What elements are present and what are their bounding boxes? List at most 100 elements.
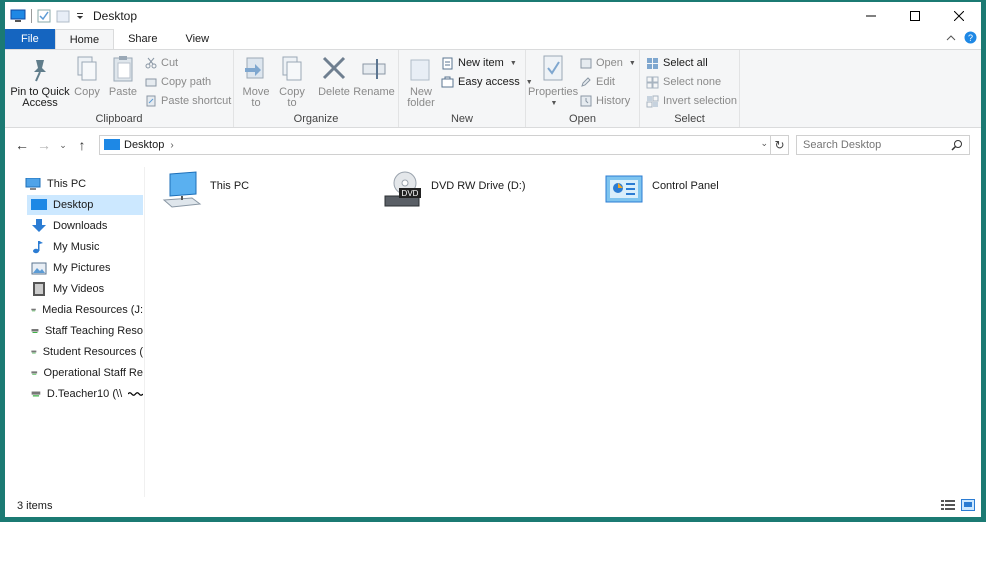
maximize-button[interactable] (893, 2, 937, 29)
nav-item-operational-staff-resources[interactable]: Operational Staff Re (31, 363, 143, 383)
select-all-button[interactable]: Select all (646, 54, 708, 72)
new-folder-button[interactable]: New folder (403, 54, 439, 109)
nav-item-this-pc[interactable]: This PC (25, 174, 86, 194)
nav-item-my-pictures[interactable]: My Pictures (31, 258, 110, 278)
properties-label: Properties (527, 86, 579, 98)
details-view-icon[interactable] (941, 499, 955, 511)
new-folder-small-icon[interactable] (56, 9, 70, 23)
breadcrumb-chevron-icon[interactable]: › (170, 140, 173, 151)
large-icons-view-icon[interactable] (961, 499, 975, 511)
item-control-panel[interactable]: Control Panel (604, 170, 719, 210)
nav-item-label: My Pictures (53, 262, 111, 274)
rename-label: Rename (353, 86, 395, 98)
copy-to-button[interactable]: Copy to (276, 54, 308, 109)
nav-item-student-resources[interactable]: Student Resources ( (31, 342, 143, 362)
new-group-label: New (450, 113, 473, 125)
nav-item-my-music[interactable]: My Music (31, 237, 99, 257)
delete-button[interactable]: Delete (316, 54, 352, 98)
back-button[interactable]: ← (11, 137, 33, 153)
copy-to-line2: to (287, 97, 297, 109)
new-item-button[interactable]: New item ▼ (441, 54, 517, 72)
rename-button[interactable]: Rename (353, 54, 395, 98)
scissors-icon (145, 57, 157, 69)
rename-icon (362, 59, 386, 79)
search-input[interactable] (803, 139, 943, 151)
back-arrow-icon: ← (15, 137, 29, 153)
nav-item-label: My Videos (53, 283, 105, 295)
nav-item-my-videos[interactable]: My Videos (31, 279, 104, 299)
open-button[interactable]: Open ▼ (580, 54, 636, 72)
history-button[interactable]: History (580, 92, 630, 110)
nav-item-media-resources[interactable]: Media Resources (J: (31, 300, 143, 320)
move-to-button[interactable]: Move to (240, 54, 272, 109)
svg-text:?: ? (968, 33, 973, 43)
nav-item-d-teacher10[interactable]: D.Teacher10 (\\ (31, 384, 143, 404)
pin-quick-access-button[interactable]: Pin to Quick Access (9, 54, 71, 109)
search-box[interactable] (796, 135, 970, 155)
refresh-button[interactable]: ↻ (771, 135, 789, 155)
close-button[interactable] (937, 2, 981, 29)
easy-access-button[interactable]: Easy access ▼ (441, 73, 533, 91)
tab-file[interactable]: File (5, 29, 55, 49)
invert-selection-label: Invert selection (663, 95, 737, 107)
properties-check-icon[interactable] (37, 9, 51, 23)
collapse-ribbon-icon[interactable] (946, 33, 956, 43)
up-button[interactable]: ↑ (71, 137, 93, 153)
network-drive-icon (31, 329, 39, 333)
open-dropdown-icon: ▼ (628, 59, 636, 67)
copy-icon (77, 56, 97, 81)
paste-shortcut-button[interactable]: Paste shortcut (145, 92, 231, 110)
select-all-label: Select all (663, 57, 708, 69)
view-toggle (941, 499, 975, 511)
new-item-icon (442, 57, 453, 69)
tab-view[interactable]: View (171, 29, 223, 49)
open-icon (580, 58, 592, 69)
properties-button[interactable]: Properties ▼ (528, 54, 578, 109)
quick-access-separator (31, 8, 32, 23)
move-to-icon (245, 57, 264, 79)
minimize-button[interactable] (849, 2, 893, 29)
address-dropdown-icon[interactable]: ⌄ (760, 138, 768, 149)
open-group: Properties ▼ Open ▼ Edit History Open (526, 50, 640, 127)
new-item-dropdown-icon: ▼ (509, 59, 517, 67)
copy-button[interactable]: Copy (71, 54, 103, 98)
control-panel-icon (605, 175, 643, 203)
recent-locations-button[interactable]: ⌄ (55, 140, 71, 151)
nav-item-staff-teaching-resources[interactable]: Staff Teaching Reso (31, 321, 143, 341)
edit-button[interactable]: Edit (580, 73, 615, 91)
nav-item-label: My Music (53, 241, 100, 253)
forward-button[interactable]: → (33, 137, 55, 153)
paste-shortcut-icon (146, 95, 156, 107)
paste-button[interactable]: Paste (105, 54, 141, 98)
network-drive-icon (31, 350, 37, 354)
item-this-pc[interactable]: This PC (162, 170, 249, 210)
pictures-icon (31, 262, 47, 274)
nav-item-label: Downloads (53, 220, 108, 232)
computer-icon[interactable] (10, 9, 26, 23)
nav-item-label: Desktop (53, 199, 94, 211)
select-group: Select all Select none Invert selection … (640, 50, 740, 127)
organize-group-label: Organize (293, 113, 339, 125)
address-bar[interactable]: Desktop › ⌄ (99, 135, 771, 155)
search-icon[interactable] (951, 139, 963, 151)
cut-button[interactable]: Cut (145, 54, 178, 72)
status-bar: 3 items (5, 495, 981, 517)
item-count: 3 items (17, 500, 53, 512)
nav-item-label: This PC (47, 178, 87, 190)
item-dvd-rw-drive[interactable]: DVD DVD RW Drive (D:) (383, 170, 526, 210)
easy-access-label: Easy access (458, 76, 520, 88)
history-label: History (596, 95, 631, 107)
customize-dropdown-icon[interactable] (75, 9, 85, 23)
tab-share[interactable]: Share (114, 29, 171, 49)
address-location[interactable]: Desktop (124, 139, 164, 151)
tab-home[interactable]: Home (54, 29, 115, 49)
this-pc-icon (25, 177, 41, 190)
properties-dropdown-icon: ▼ (550, 100, 558, 107)
edit-label: Edit (596, 76, 615, 88)
help-icon[interactable]: ? (964, 31, 977, 44)
invert-selection-button[interactable]: Invert selection (646, 92, 737, 110)
nav-item-downloads[interactable]: Downloads (31, 216, 107, 236)
select-none-button[interactable]: Select none (646, 73, 721, 91)
copy-path-button[interactable]: Copy path (145, 73, 211, 91)
nav-item-desktop[interactable]: Desktop (27, 195, 143, 215)
